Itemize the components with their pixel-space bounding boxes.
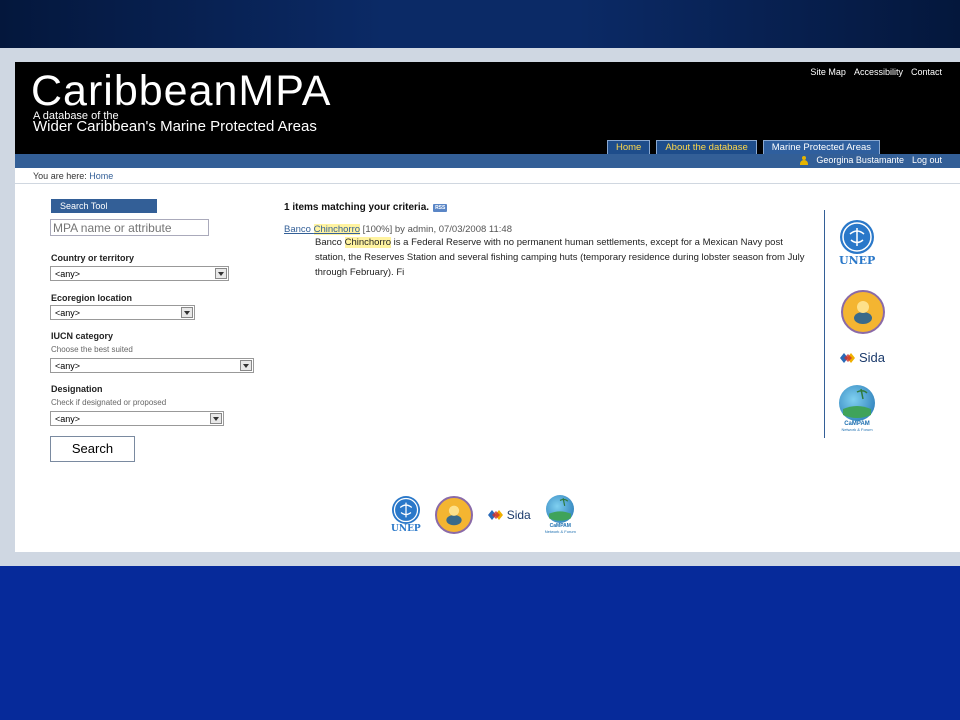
main-nav-tabs: Home About the database Marine Protected… bbox=[607, 140, 881, 155]
unep-logo-text: UNEP bbox=[839, 254, 876, 267]
chevron-down-icon bbox=[181, 307, 193, 318]
iucn-select-value: <any> bbox=[55, 361, 81, 371]
iucn-label: IUCN category bbox=[51, 331, 114, 341]
iucn-select[interactable]: <any> bbox=[50, 358, 254, 373]
sida-logo[interactable]: Sida bbox=[839, 350, 885, 365]
footer-campam-subtext: Network & Forum bbox=[544, 529, 576, 534]
campam-globe-icon bbox=[839, 385, 875, 421]
footer-cep-logo[interactable] bbox=[434, 495, 473, 534]
result-title-highlight: Chinchorro bbox=[313, 224, 361, 235]
user-bar: Georgina Bustamante Log out bbox=[15, 154, 960, 168]
footer-campam-logo[interactable]: CaMPAM Network & Forum bbox=[545, 495, 576, 534]
unep-emblem-icon bbox=[391, 495, 420, 524]
country-select[interactable]: <any> bbox=[50, 266, 229, 281]
site-tagline-line2: Wider Caribbean's Marine Protected Areas bbox=[33, 118, 317, 135]
sida-logo-text: Sida bbox=[859, 350, 886, 365]
top-links: Site Map Accessibility Contact bbox=[810, 67, 942, 77]
chevron-down-icon bbox=[210, 413, 222, 424]
footer-unep-logo[interactable]: UNEP bbox=[391, 495, 421, 534]
cep-logo[interactable] bbox=[841, 290, 885, 334]
user-name: Georgina Bustamante bbox=[816, 155, 904, 165]
footer-sida-text: Sida bbox=[506, 507, 531, 522]
result-meta: [100%] by admin, 07/03/2008 11:48 bbox=[360, 224, 512, 235]
designation-help: Check if designated or proposed bbox=[51, 398, 167, 407]
search-tool-header: Search Tool bbox=[51, 199, 157, 213]
country-select-value: <any> bbox=[55, 269, 81, 279]
footer-sida-logo[interactable]: Sida bbox=[487, 508, 531, 522]
breadcrumb: You are here: Home bbox=[33, 171, 113, 181]
rss-icon[interactable]: RSS bbox=[433, 203, 448, 212]
site-logo[interactable]: CaribbeanMPA bbox=[31, 68, 331, 114]
results-count-text: 1 items matching your criteria. bbox=[284, 202, 430, 213]
web-page: CaribbeanMPA A database of the Wider Car… bbox=[15, 62, 960, 552]
site-map-link[interactable]: Site Map bbox=[810, 67, 846, 77]
user-info: Georgina Bustamante Log out bbox=[800, 155, 942, 165]
breadcrumb-prefix: You are here: bbox=[33, 171, 87, 181]
contact-link[interactable]: Contact bbox=[911, 67, 942, 77]
country-label: Country or territory bbox=[51, 253, 135, 263]
sidebar-divider bbox=[824, 210, 825, 438]
breadcrumb-divider bbox=[15, 183, 960, 184]
result-link[interactable]: Banco Chinchorro bbox=[284, 224, 361, 235]
ecoregion-select-value: <any> bbox=[55, 308, 81, 318]
tab-about-database[interactable]: About the database bbox=[656, 140, 757, 155]
chevron-down-icon bbox=[240, 360, 252, 371]
iucn-help: Choose the best suited bbox=[51, 345, 133, 354]
breadcrumb-home-link[interactable]: Home bbox=[89, 171, 113, 181]
tab-home[interactable]: Home bbox=[607, 140, 651, 155]
result-item-title: Banco Chinchorro [100%] by admin, 07/03/… bbox=[284, 224, 512, 235]
unep-logo[interactable]: UNEP bbox=[839, 220, 875, 267]
result-body-highlight: Chinchorro bbox=[344, 237, 392, 248]
search-button[interactable]: Search bbox=[50, 436, 135, 462]
unep-emblem-icon bbox=[840, 220, 875, 254]
mpa-search-input[interactable] bbox=[50, 219, 209, 236]
slide-top-band bbox=[0, 0, 960, 48]
partner-logos-footer: UNEP Sida CaMPAM Network & Forum bbox=[391, 495, 576, 534]
result-description: Banco Chinchorro is a Federal Reserve wi… bbox=[315, 235, 815, 280]
designation-select-value: <any> bbox=[55, 414, 81, 424]
campam-globe-icon bbox=[546, 495, 575, 523]
chevron-down-icon bbox=[215, 268, 227, 279]
results-heading: 1 items matching your criteria. RSS bbox=[284, 202, 448, 213]
designation-select[interactable]: <any> bbox=[50, 411, 224, 426]
ecoregion-label: Ecoregion location bbox=[51, 293, 133, 303]
tab-marine-protected-areas[interactable]: Marine Protected Areas bbox=[762, 140, 881, 155]
logout-link[interactable]: Log out bbox=[912, 155, 942, 165]
result-title-part1: Banco bbox=[284, 224, 314, 235]
campam-logo-subtext: Network & Forum bbox=[841, 427, 873, 432]
user-icon bbox=[800, 155, 809, 165]
slide-bottom-band bbox=[0, 566, 960, 720]
masthead: CaribbeanMPA A database of the Wider Car… bbox=[15, 62, 960, 155]
ecoregion-select[interactable]: <any> bbox=[50, 305, 195, 320]
accessibility-link[interactable]: Accessibility bbox=[854, 67, 903, 77]
footer-unep-text: UNEP bbox=[391, 523, 421, 534]
sida-mark-icon bbox=[487, 509, 503, 520]
designation-label: Designation bbox=[51, 384, 103, 394]
sida-mark-icon bbox=[840, 352, 855, 363]
result-body-part1: Banco bbox=[315, 237, 345, 248]
campam-logo[interactable]: CaMPAM Network & Forum bbox=[839, 385, 875, 432]
